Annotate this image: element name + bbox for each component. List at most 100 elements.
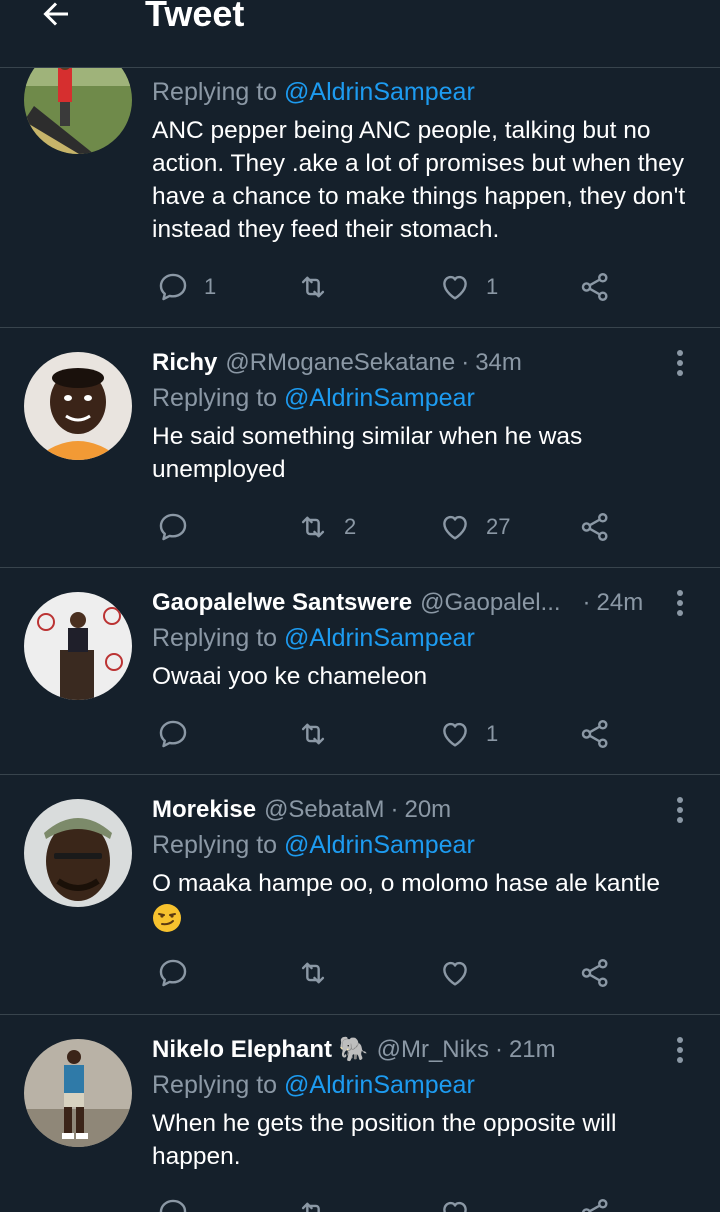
replying-to-prefix: Replying to <box>152 624 285 652</box>
retweet-icon <box>301 962 325 984</box>
share-button[interactable] <box>578 953 612 993</box>
display-name[interactable]: Gaopalelwe Santswere <box>152 588 412 618</box>
tweet-actions: 1 1 <box>152 267 632 307</box>
tweet-text-content: O maaka hampe oo, o molomo hase ale kant… <box>152 870 660 897</box>
mention-link[interactable]: @AldrinSampear <box>284 1071 475 1099</box>
avatar[interactable] <box>24 352 132 460</box>
reply-icon <box>159 1199 187 1212</box>
reply-button[interactable] <box>156 953 204 993</box>
share-button[interactable] <box>578 1193 612 1212</box>
more-options-button[interactable] <box>666 588 694 618</box>
reply-button[interactable] <box>156 1193 190 1212</box>
tweet-text: O maaka hampe oo, o molomo hase ale kant… <box>152 867 700 933</box>
tweet-actions <box>152 1193 632 1212</box>
retweet-icon <box>301 276 325 298</box>
more-dot <box>677 610 683 616</box>
user-handle[interactable]: @SebataM <box>264 795 384 825</box>
avatar[interactable] <box>24 592 132 700</box>
like-count: 1 <box>486 274 499 299</box>
timestamp[interactable]: 34m <box>475 348 522 378</box>
replying-to-line: Replying to @AldrinSampear <box>152 1069 700 1101</box>
more-dot <box>677 1047 683 1053</box>
like-button[interactable]: 27 <box>438 507 510 547</box>
replying-to-prefix: Replying to <box>152 384 285 412</box>
retweet-button[interactable] <box>296 714 344 754</box>
more-vertical-icon <box>677 350 683 356</box>
share-icon <box>581 513 608 541</box>
timestamp[interactable]: 21m <box>509 1035 556 1065</box>
more-dot <box>677 807 683 813</box>
like-count: 1 <box>486 721 499 746</box>
more-dot <box>677 1057 683 1063</box>
user-handle[interactable]: @RMoganeSekatane <box>225 348 455 378</box>
top-app-bar: Tweet <box>0 0 720 68</box>
retweet-button[interactable]: 2 <box>296 507 356 547</box>
reply-icon <box>159 273 187 301</box>
reply-button[interactable]: 1 <box>156 267 216 307</box>
avatar[interactable] <box>24 799 132 907</box>
more-options-button[interactable] <box>666 795 694 825</box>
more-dot <box>677 600 683 606</box>
separator-dot: · <box>582 589 591 616</box>
separator-dot: · <box>390 796 399 823</box>
share-icon <box>581 273 608 301</box>
tweet-actions: 2 27 <box>152 507 632 547</box>
tweet-text: When he gets the position the opposite w… <box>152 1110 617 1170</box>
reply-tweet[interactable]: Morekise @SebataM · 20m Replying to @Ald… <box>0 775 720 1015</box>
retweet-button[interactable] <box>296 953 344 993</box>
mention-link[interactable]: @AldrinSampear <box>284 831 475 859</box>
like-button[interactable]: 1 <box>438 714 498 754</box>
separator-dot: · <box>494 1036 503 1063</box>
more-vertical-icon <box>677 590 683 596</box>
reply-tweet[interactable]: Richy @RMoganeSekatane · 34m Replying to… <box>0 328 720 568</box>
reply-count: 1 <box>204 274 217 299</box>
mention-link[interactable]: @AldrinSampear <box>284 624 475 652</box>
reply-tweet[interactable]: Gaopalelwe Santswere @Gaopalel... · 24m … <box>0 568 720 775</box>
reply-button[interactable] <box>156 714 204 754</box>
more-options-button[interactable] <box>666 1035 694 1065</box>
back-button[interactable] <box>36 0 76 34</box>
reply-tweet[interactable]: Nikelo Elephant 🐘 @Mr_Niks · 21m Replyin… <box>0 1015 720 1212</box>
user-handle[interactable]: @Gaopalel... <box>420 588 560 618</box>
more-dot <box>677 817 683 823</box>
reply-icon <box>159 720 187 748</box>
mention-link[interactable]: @AldrinSampear <box>284 384 475 412</box>
retweet-button[interactable] <box>296 1193 330 1212</box>
tweet-meta: Gaopalelwe Santswere @Gaopalel... · 24m <box>152 588 700 618</box>
like-button[interactable] <box>438 953 486 993</box>
display-name[interactable]: Richy <box>152 348 217 378</box>
timestamp[interactable]: 20m <box>404 795 451 825</box>
share-icon <box>581 720 608 748</box>
share-button[interactable] <box>578 507 612 547</box>
user-handle[interactable]: @Mr_Niks <box>377 1035 489 1065</box>
tweet-actions: 1 <box>152 714 632 754</box>
share-button[interactable] <box>578 714 612 754</box>
replying-to-line: Replying to @AldrinSampear <box>152 622 700 654</box>
tweet-text: ANC pepper being ANC people, talking but… <box>152 117 686 243</box>
share-icon <box>581 1199 608 1212</box>
replying-to-line: Replying to @AldrinSampear <box>152 76 700 108</box>
page-title: Tweet <box>145 0 245 34</box>
replying-to-prefix: Replying to <box>152 831 285 859</box>
like-count: 27 <box>486 514 511 539</box>
share-button[interactable] <box>578 267 612 307</box>
timestamp[interactable]: 24m <box>597 588 644 618</box>
reply-icon <box>159 513 187 541</box>
reply-button[interactable] <box>156 507 204 547</box>
mention-link[interactable]: @AldrinSampear <box>284 78 475 106</box>
like-button[interactable] <box>438 1193 472 1212</box>
more-options-button[interactable] <box>666 348 694 378</box>
heart-icon <box>443 961 467 986</box>
more-vertical-icon <box>677 1037 683 1043</box>
retweet-count: 2 <box>344 514 357 539</box>
heart-icon <box>443 1201 467 1212</box>
like-button[interactable]: 1 <box>438 267 498 307</box>
replying-to-line: Replying to @AldrinSampear <box>152 382 700 414</box>
retweet-button[interactable] <box>296 267 344 307</box>
display-name[interactable]: Morekise <box>152 795 256 825</box>
avatar[interactable] <box>24 1039 132 1147</box>
retweet-icon <box>301 1202 320 1212</box>
more-vertical-icon <box>677 797 683 803</box>
replying-to-line: Replying to @AldrinSampear <box>152 829 700 861</box>
display-name[interactable]: Nikelo Elephant 🐘 <box>152 1035 369 1065</box>
